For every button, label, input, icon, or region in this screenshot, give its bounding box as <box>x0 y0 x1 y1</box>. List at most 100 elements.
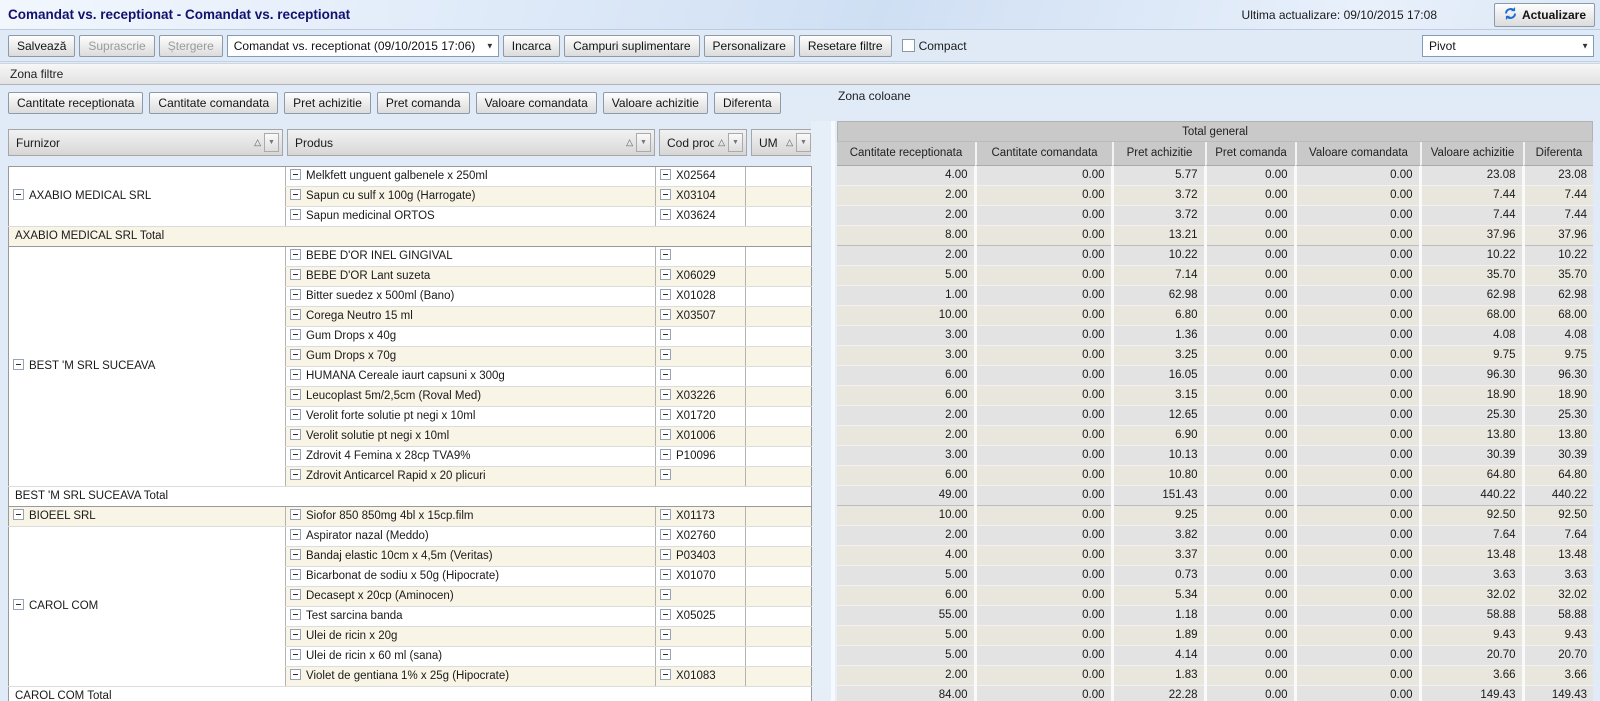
collapse-icon[interactable] <box>660 309 671 320</box>
product-code-cell[interactable]: P10096 <box>656 447 746 467</box>
collapse-icon[interactable] <box>660 549 671 560</box>
collapse-icon[interactable] <box>13 599 24 610</box>
product-cell[interactable]: Bicarbonat de sodiu x 50g (Hipocrate) <box>286 567 656 587</box>
collapse-icon[interactable] <box>660 529 671 540</box>
product-code-cell[interactable]: P03403 <box>656 547 746 567</box>
product-cell[interactable]: Aspirator nazal (Meddo) <box>286 527 656 547</box>
collapse-icon[interactable] <box>660 369 671 380</box>
product-code-cell[interactable] <box>656 327 746 347</box>
product-cell[interactable]: Zdrovit 4 Femina x 28cp TVA9% <box>286 447 656 467</box>
product-cell[interactable]: BEBE D'OR INEL GINGIVAL <box>286 247 656 267</box>
product-cell[interactable]: Corega Neutro 15 ml <box>286 307 656 327</box>
collapse-icon[interactable] <box>290 269 301 280</box>
product-code-cell[interactable]: X03624 <box>656 207 746 227</box>
collapse-icon[interactable] <box>13 359 24 370</box>
product-code-cell[interactable]: X02760 <box>656 527 746 547</box>
product-cell[interactable]: Ulei de ricin x 60 ml (sana) <box>286 647 656 667</box>
collapse-icon[interactable] <box>660 349 671 360</box>
collapse-icon[interactable] <box>660 409 671 420</box>
product-code-cell[interactable]: X01083 <box>656 667 746 687</box>
collapse-icon[interactable] <box>290 609 301 620</box>
product-cell[interactable]: BEBE D'OR Lant suzeta <box>286 267 656 287</box>
product-cell[interactable]: Melkfett unguent galbenele x 250ml <box>286 167 656 187</box>
product-code-cell[interactable] <box>656 587 746 607</box>
collapse-icon[interactable] <box>13 509 24 520</box>
filter-field-chip[interactable]: Pret comanda <box>377 92 470 114</box>
product-cell[interactable]: Decasept x 20cp (Aminocen) <box>286 587 656 607</box>
collapse-icon[interactable] <box>290 169 301 180</box>
collapse-icon[interactable] <box>290 669 301 680</box>
filter-field-chip[interactable]: Diferenta <box>714 92 781 114</box>
collapse-icon[interactable] <box>290 289 301 300</box>
product-code-cell[interactable]: X03507 <box>656 307 746 327</box>
collapse-icon[interactable] <box>290 429 301 440</box>
value-column-header[interactable]: Valoare achizitie <box>1420 142 1523 166</box>
product-code-cell[interactable]: X06029 <box>656 267 746 287</box>
collapse-icon[interactable] <box>660 589 671 600</box>
filter-dropdown-button[interactable]: ▼ <box>636 133 651 152</box>
collapse-icon[interactable] <box>660 329 671 340</box>
collapse-icon[interactable] <box>660 389 671 400</box>
collapse-icon[interactable] <box>290 349 301 360</box>
supplier-cell[interactable]: CAROL COM <box>9 527 286 687</box>
product-code-cell[interactable] <box>656 367 746 387</box>
product-code-cell[interactable]: X05025 <box>656 607 746 627</box>
product-cell[interactable]: Test sarcina banda <box>286 607 656 627</box>
collapse-icon[interactable] <box>290 469 301 480</box>
collapse-icon[interactable] <box>660 289 671 300</box>
product-cell[interactable]: HUMANA Cereale iaurt capsuni x 300g <box>286 367 656 387</box>
collapse-icon[interactable] <box>290 589 301 600</box>
product-code-cell[interactable] <box>656 627 746 647</box>
collapse-icon[interactable] <box>290 369 301 380</box>
product-cell[interactable]: Leucoplast 5m/2,5cm (Roval Med) <box>286 387 656 407</box>
collapse-icon[interactable] <box>660 269 671 280</box>
product-cell[interactable]: Bitter suedez x 500ml (Bano) <box>286 287 656 307</box>
collapse-icon[interactable] <box>13 189 24 200</box>
product-cell[interactable]: Zdrovit Anticarcel Rapid x 20 plicuri <box>286 467 656 487</box>
filter-dropdown-button[interactable]: ▼ <box>796 133 811 152</box>
filter-field-chip[interactable]: Cantitate comandata <box>149 92 278 114</box>
collapse-icon[interactable] <box>290 509 301 520</box>
collapse-icon[interactable] <box>290 309 301 320</box>
row-field-header-furnizor[interactable]: Furnizor△▼ <box>8 129 283 156</box>
value-column-header[interactable]: Pret comanda <box>1205 142 1295 166</box>
supplier-cell[interactable]: BIOEEL SRL <box>9 507 286 527</box>
product-cell[interactable]: Violet de gentiana 1% x 25g (Hipocrate) <box>286 667 656 687</box>
overwrite-button[interactable]: Suprascrie <box>79 35 154 57</box>
product-code-cell[interactable]: X03104 <box>656 187 746 207</box>
collapse-icon[interactable] <box>660 469 671 480</box>
product-code-cell[interactable]: X01006 <box>656 427 746 447</box>
collapse-icon[interactable] <box>660 649 671 660</box>
collapse-icon[interactable] <box>290 329 301 340</box>
save-button[interactable]: Salvează <box>8 35 75 57</box>
view-mode-select[interactable]: Pivot ▼ <box>1422 35 1594 57</box>
filter-field-chip[interactable]: Valoare achizitie <box>603 92 708 114</box>
collapse-icon[interactable] <box>660 209 671 220</box>
value-column-header[interactable]: Diferenta <box>1523 142 1593 166</box>
filter-dropdown-button[interactable]: ▼ <box>728 133 743 152</box>
collapse-icon[interactable] <box>660 629 671 640</box>
product-cell[interactable]: Siofor 850 850mg 4bl x 15cp.film <box>286 507 656 527</box>
value-column-header[interactable]: Cantitate comandata <box>975 142 1112 166</box>
product-code-cell[interactable]: X01028 <box>656 287 746 307</box>
product-cell[interactable]: Sapun cu sulf x 100g (Harrogate) <box>286 187 656 207</box>
collapse-icon[interactable] <box>290 189 301 200</box>
product-code-cell[interactable] <box>656 347 746 367</box>
product-cell[interactable]: Bandaj elastic 10cm x 4,5m (Veritas) <box>286 547 656 567</box>
product-code-cell[interactable] <box>656 647 746 667</box>
row-field-header-um[interactable]: UM△▼ <box>751 129 815 156</box>
extra-fields-button[interactable]: Campuri suplimentare <box>564 35 699 57</box>
collapse-icon[interactable] <box>660 169 671 180</box>
product-code-cell[interactable]: X01070 <box>656 567 746 587</box>
filter-field-chip[interactable]: Cantitate receptionata <box>8 92 143 114</box>
product-cell[interactable]: Ulei de ricin x 20g <box>286 627 656 647</box>
product-code-cell[interactable]: X03226 <box>656 387 746 407</box>
product-cell[interactable]: Gum Drops x 40g <box>286 327 656 347</box>
collapse-icon[interactable] <box>660 609 671 620</box>
value-column-header[interactable]: Pret achizitie <box>1112 142 1205 166</box>
product-cell[interactable]: Verolit forte solutie pt negi x 10ml <box>286 407 656 427</box>
product-code-cell[interactable]: X02564 <box>656 167 746 187</box>
supplier-cell[interactable]: AXABIO MEDICAL SRL <box>9 167 286 227</box>
delete-button[interactable]: Ștergere <box>159 35 223 57</box>
row-field-header-produs[interactable]: Produs△▼ <box>287 129 655 156</box>
